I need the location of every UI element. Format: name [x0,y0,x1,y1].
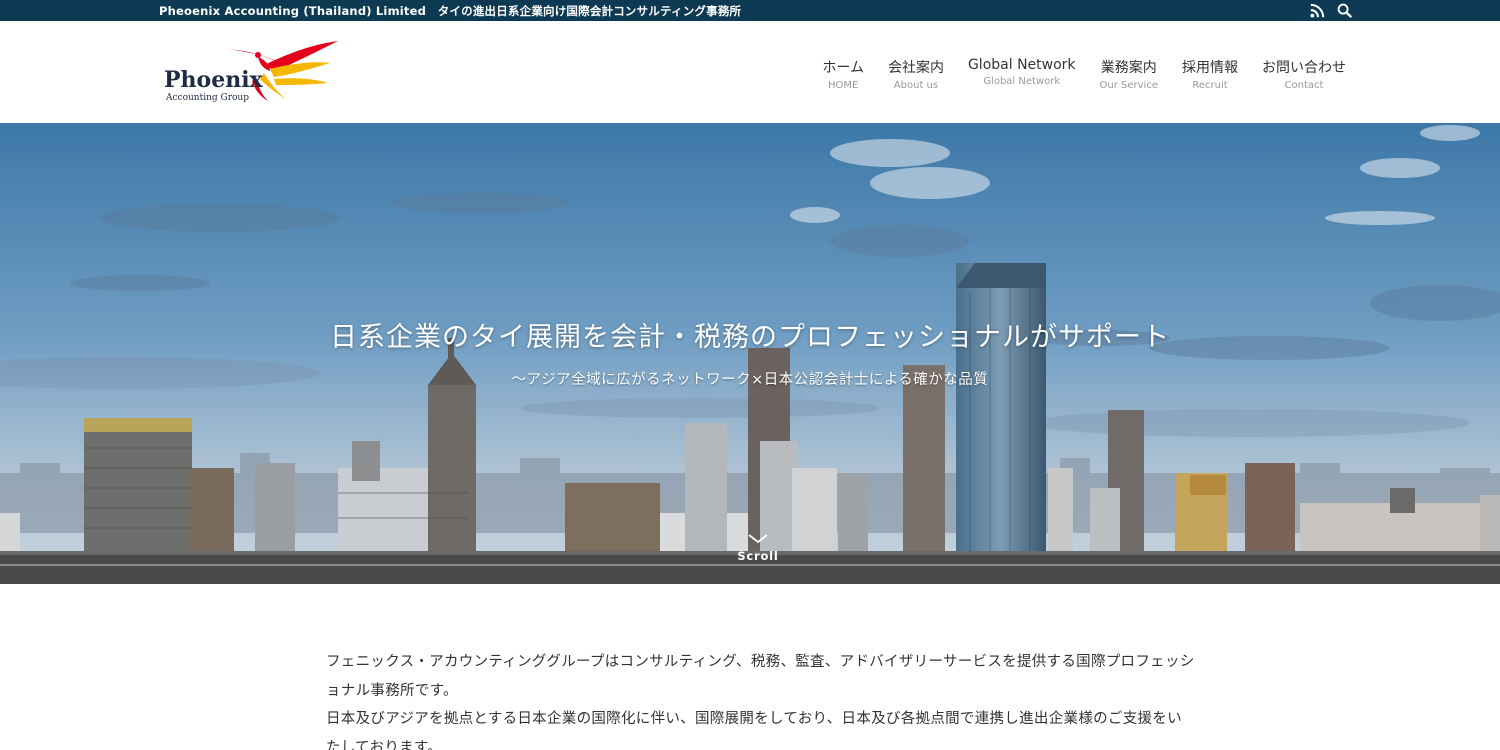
intro-paragraph-2: 日本及びアジアを拠点とする日本企業の国際化に伴い、国際展開をしており、日本及び各… [326,711,1182,750]
nav-item-about[interactable]: 会社案内 About us [888,57,944,91]
rss-icon[interactable] [1310,3,1325,18]
nav-item-global-network[interactable]: Global Network Global Network [968,57,1076,91]
intro-text: フェニックス・アカウンティンググループはコンサルティング、税務、監査、アドバイザ… [326,648,1196,750]
nav-sublabel: Recruit [1192,80,1228,91]
nav-sublabel: Global Network [983,76,1061,87]
hero-subtitle: 〜アジア全域に広がるネットワーク×日本公認会計士による確かな品質 [511,372,989,388]
nav-item-contact[interactable]: お問い合わせ Contact [1262,57,1346,91]
site-header: Phoenix Accounting Group ホーム HOME 会社案内 A… [0,21,1500,123]
nav-item-home[interactable]: ホーム HOME [822,57,864,91]
nav-item-service[interactable]: 業務案内 Our Service [1100,57,1158,91]
logo-tagline: Accounting Group [165,93,249,103]
nav-label: 採用情報 [1182,60,1238,76]
nav-sublabel: Contact [1284,80,1324,91]
scroll-button[interactable]: Scroll [730,533,786,563]
site-logo[interactable]: Phoenix Accounting Group [158,39,342,107]
nav-label: Global Network [967,57,1076,73]
hero-section: 日系企業のタイ展開を会計・税務のプロフェッショナルがサポート 〜アジア全域に広が… [0,123,1500,584]
topbar-company-text: Pheoenix Accounting (Thailand) Limited タ… [159,4,742,18]
nav-label: 業務案内 [1100,60,1157,76]
nav-sublabel: HOME [827,80,859,91]
nav-sublabel: Our Service [1099,80,1158,91]
intro-paragraph-1: フェニックス・アカウンティンググループはコンサルティング、税務、監査、アドバイザ… [326,654,1195,699]
nav-label: ホーム [822,60,864,76]
logo-name: Phoenix [164,67,264,93]
nav-label: 会社案内 [887,60,944,76]
phoenix-logo-graphic: Phoenix Accounting Group [164,41,338,103]
nav-sublabel: About us [893,80,939,91]
hero-title: 日系企業のタイ展開を会計・税務のプロフェッショナルがサポート [330,322,1170,353]
nav-label: お問い合わせ [1262,60,1346,76]
nav-item-recruit[interactable]: 採用情報 Recruit [1182,57,1238,91]
main-nav: ホーム HOME 会社案内 About us Global Network Gl… [822,57,1346,91]
chevron-down-icon [748,534,768,544]
topbar-icons [1310,3,1352,18]
top-bar: Pheoenix Accounting (Thailand) Limited タ… [0,0,1500,21]
search-icon[interactable] [1337,3,1352,18]
scroll-label: Scroll [737,549,779,563]
